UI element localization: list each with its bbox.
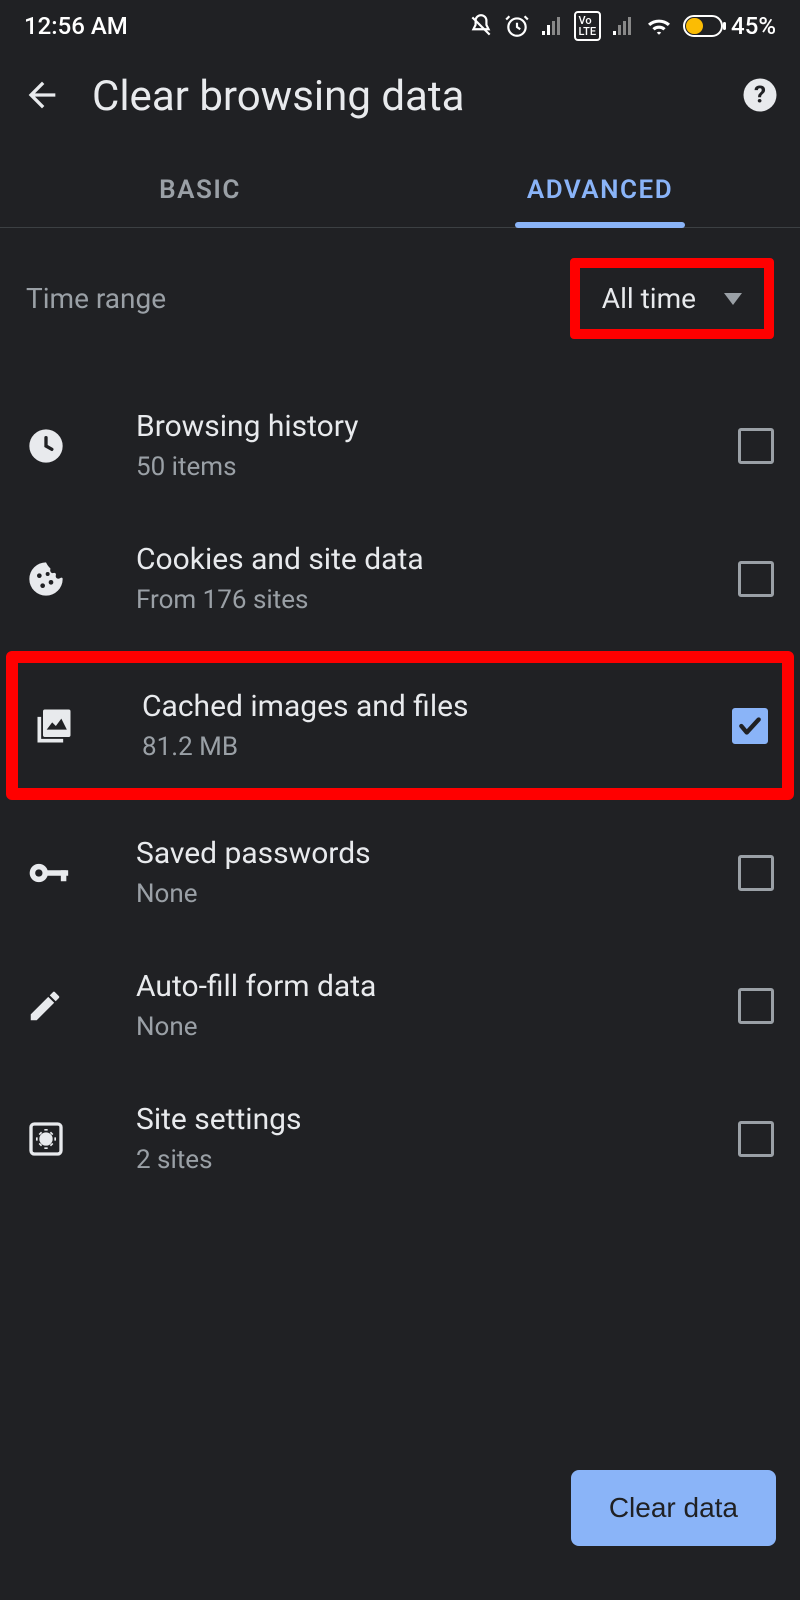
- mute-icon: [468, 13, 494, 39]
- status-icons: VoLTE 45%: [468, 11, 776, 41]
- checkbox-site-settings[interactable]: [738, 1121, 774, 1157]
- check-icon: [737, 713, 763, 739]
- alarm-icon: [504, 13, 530, 39]
- battery-text: 45%: [731, 12, 776, 40]
- row-cookies[interactable]: Cookies and site data From 176 sites: [0, 512, 800, 645]
- site-settings-icon: [26, 1119, 66, 1159]
- signal-icon-2: [611, 15, 635, 37]
- checkbox-cookies[interactable]: [738, 561, 774, 597]
- row-title: Cached images and files: [142, 689, 732, 724]
- wifi-icon: [645, 15, 673, 37]
- row-sub: None: [136, 879, 738, 909]
- images-icon: [32, 704, 76, 748]
- row-saved-passwords[interactable]: Saved passwords None: [0, 806, 800, 939]
- history-icon: [26, 426, 66, 466]
- pencil-icon: [26, 987, 64, 1025]
- app-bar: Clear browsing data ?: [0, 52, 800, 153]
- time-range-value: All time: [602, 282, 696, 315]
- row-sub: 2 sites: [136, 1145, 738, 1175]
- row-title: Cookies and site data: [136, 542, 738, 577]
- row-title: Site settings: [136, 1102, 738, 1137]
- checkbox-autofill[interactable]: [738, 988, 774, 1024]
- battery-indicator: 45%: [683, 12, 776, 40]
- back-button[interactable]: [22, 75, 62, 119]
- help-icon: ?: [742, 77, 778, 113]
- volte-icon: VoLTE: [574, 11, 602, 41]
- clear-data-button[interactable]: Clear data: [571, 1470, 776, 1546]
- arrow-left-icon: [22, 75, 62, 115]
- page-title: Clear browsing data: [92, 72, 712, 121]
- row-browsing-history[interactable]: Browsing history 50 items: [0, 379, 800, 512]
- footer: Clear data: [0, 1470, 800, 1546]
- row-cached-images[interactable]: Cached images and files 81.2 MB: [6, 651, 794, 800]
- row-sub: None: [136, 1012, 738, 1042]
- row-autofill[interactable]: Auto-fill form data None: [0, 939, 800, 1072]
- svg-text:?: ?: [754, 80, 766, 108]
- time-range-label: Time range: [26, 282, 570, 315]
- row-site-settings[interactable]: Site settings 2 sites: [0, 1072, 800, 1205]
- options-list: Browsing history 50 items Cookies and si…: [0, 369, 800, 1205]
- checkbox-browsing-history[interactable]: [738, 428, 774, 464]
- time-range-row: Time range All time: [0, 228, 800, 369]
- cookie-icon: [26, 559, 66, 599]
- checkbox-cached-images[interactable]: [732, 708, 768, 744]
- checkbox-saved-passwords[interactable]: [738, 855, 774, 891]
- status-bar: 12:56 AM VoLTE 45%: [0, 0, 800, 52]
- row-sub: 81.2 MB: [142, 732, 732, 762]
- tab-advanced[interactable]: ADVANCED: [400, 153, 800, 227]
- signal-icon-1: [540, 15, 564, 37]
- tab-basic[interactable]: BASIC: [0, 153, 400, 227]
- key-icon: [26, 851, 70, 895]
- tabs: BASIC ADVANCED: [0, 153, 800, 228]
- row-sub: 50 items: [136, 452, 738, 482]
- status-time: 12:56 AM: [24, 12, 128, 40]
- dropdown-icon: [724, 293, 742, 305]
- row-title: Auto-fill form data: [136, 969, 738, 1004]
- help-button[interactable]: ?: [742, 77, 778, 117]
- row-title: Saved passwords: [136, 836, 738, 871]
- row-title: Browsing history: [136, 409, 738, 444]
- row-sub: From 176 sites: [136, 585, 738, 615]
- time-range-dropdown[interactable]: All time: [570, 258, 774, 339]
